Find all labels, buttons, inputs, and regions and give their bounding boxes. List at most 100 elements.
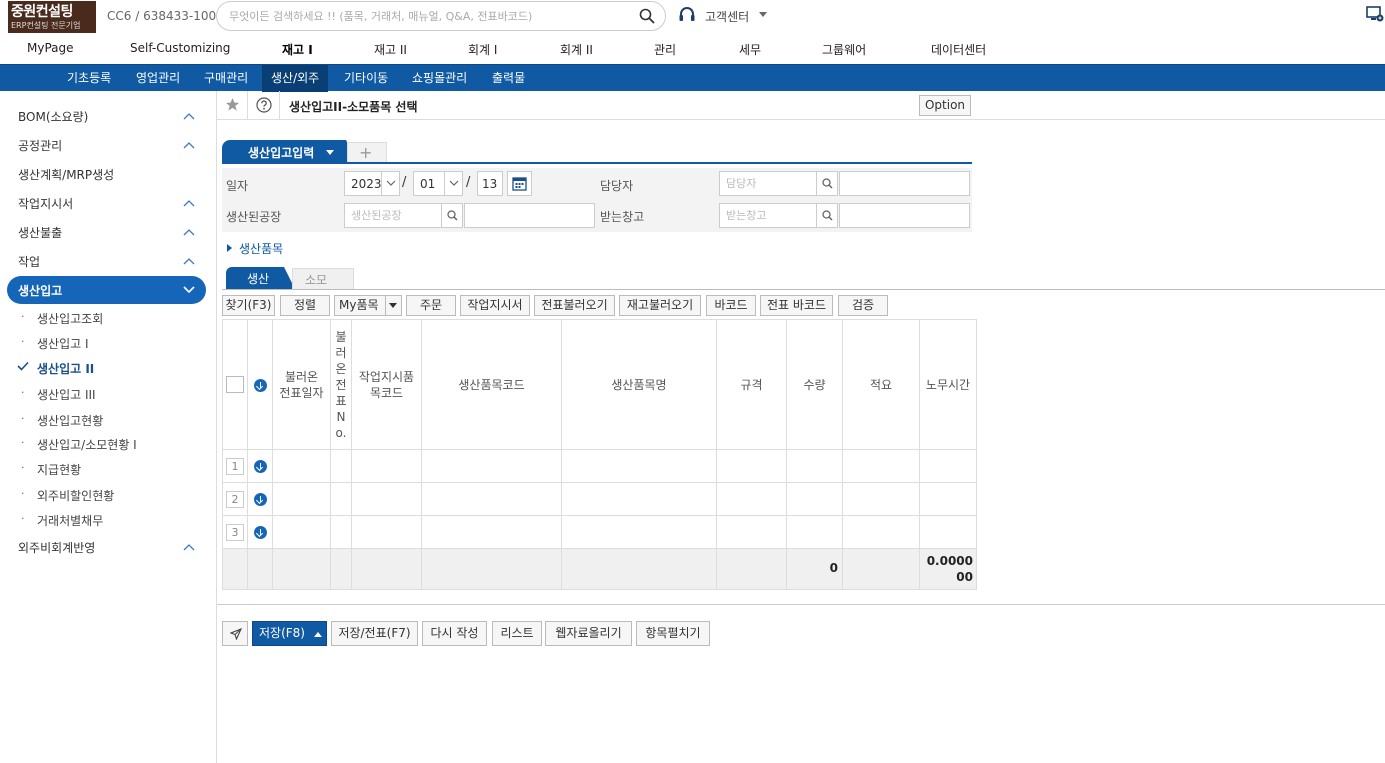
company-logo[interactable]: 중원컨설팅 ERP컨설팅 전문기업 bbox=[8, 1, 96, 33]
find-button[interactable]: 찾기(F3) bbox=[222, 295, 275, 316]
sidebar-item-work[interactable]: 작업 bbox=[0, 248, 216, 274]
month-select[interactable]: 01 bbox=[413, 171, 463, 196]
tab-consumption[interactable]: 소모 bbox=[292, 268, 354, 289]
grid-cell[interactable] bbox=[272, 515, 331, 549]
chevron-down-icon[interactable] bbox=[326, 150, 334, 155]
grid-cell[interactable] bbox=[561, 515, 717, 549]
row-action-cell[interactable] bbox=[247, 449, 273, 483]
grid-cell[interactable] bbox=[421, 482, 562, 516]
submenu-production[interactable]: 생산/외주 bbox=[262, 65, 329, 92]
warehouse-name-field[interactable] bbox=[839, 203, 970, 228]
grid-cell[interactable] bbox=[786, 515, 843, 549]
search-input[interactable] bbox=[229, 8, 629, 24]
sidebar-item-process[interactable]: 공정관리 bbox=[0, 132, 216, 158]
star-icon[interactable] bbox=[225, 97, 240, 112]
grid-cell[interactable] bbox=[561, 482, 717, 516]
sidebar-sub-receipt-2[interactable]: 생산입고 II bbox=[0, 355, 216, 379]
menu-data-center[interactable]: 데이터센터 bbox=[931, 41, 986, 58]
save-button[interactable]: 저장(F8) bbox=[252, 621, 327, 646]
submenu-shopping-mall[interactable]: 쇼핑몰관리 bbox=[403, 65, 476, 92]
warehouse-field[interactable] bbox=[719, 203, 817, 228]
sidebar-sub-payment-status[interactable]: · 지급현황 bbox=[0, 456, 216, 480]
select-all-cell[interactable] bbox=[222, 319, 248, 450]
monitor-icon[interactable] bbox=[1366, 5, 1384, 23]
submenu-other-transfer[interactable]: 기타이동 bbox=[335, 65, 397, 92]
save-slip-button[interactable]: 저장/전표(F7) bbox=[331, 621, 418, 646]
grid-cell[interactable] bbox=[421, 515, 562, 549]
grid-cell[interactable] bbox=[716, 449, 787, 483]
factory-search-button[interactable] bbox=[441, 203, 463, 228]
warehouse-input[interactable] bbox=[726, 208, 810, 223]
grid-cell[interactable] bbox=[842, 449, 920, 483]
menu-accounting-2[interactable]: 회계 II bbox=[560, 41, 593, 58]
grid-cell[interactable] bbox=[330, 482, 352, 516]
grid-cell[interactable] bbox=[351, 515, 422, 549]
menu-tax[interactable]: 세무 bbox=[739, 41, 761, 58]
col-quantity[interactable]: 수량 bbox=[786, 319, 843, 450]
menu-management[interactable]: 관리 bbox=[654, 41, 676, 58]
add-tab-button[interactable]: + bbox=[347, 142, 387, 163]
chevron-down-icon[interactable] bbox=[385, 296, 401, 315]
grid-cell[interactable] bbox=[272, 449, 331, 483]
factory-field[interactable] bbox=[344, 203, 442, 228]
menu-groupware[interactable]: 그룹웨어 bbox=[822, 41, 866, 58]
menu-inventory-1[interactable]: 재고 I bbox=[282, 41, 313, 58]
col-memo[interactable]: 적요 bbox=[842, 319, 920, 450]
menu-inventory-2[interactable]: 재고 II bbox=[374, 41, 407, 58]
sidebar-sub-receipt-3[interactable]: · 생산입고 III bbox=[0, 381, 216, 405]
barcode-button[interactable]: 바코드 bbox=[706, 295, 756, 316]
col-labor-hours[interactable]: 노무시간 bbox=[919, 319, 977, 450]
help-icon[interactable] bbox=[256, 97, 272, 113]
manager-input[interactable] bbox=[726, 176, 810, 191]
row-action-cell[interactable] bbox=[247, 515, 273, 549]
grid-cell[interactable] bbox=[272, 482, 331, 516]
validate-button[interactable]: 검증 bbox=[838, 295, 888, 316]
load-slip-button[interactable]: 전표불러오기 bbox=[534, 295, 615, 316]
factory-name-field[interactable] bbox=[464, 203, 595, 228]
sidebar-item-mrp[interactable]: 생산계획/MRP생성 bbox=[0, 161, 216, 187]
grid-cell[interactable] bbox=[330, 515, 352, 549]
menu-mypage[interactable]: MyPage bbox=[27, 41, 74, 55]
sidebar-item-work-order[interactable]: 작업지시서 bbox=[0, 190, 216, 216]
send-button[interactable] bbox=[222, 621, 248, 646]
grid-cell[interactable] bbox=[919, 482, 977, 516]
grid-cell[interactable] bbox=[786, 449, 843, 483]
submenu-sales[interactable]: 영업관리 bbox=[127, 65, 189, 92]
col-production-item-name[interactable]: 생산품목명 bbox=[561, 319, 717, 450]
grid-cell[interactable] bbox=[421, 449, 562, 483]
sidebar-sub-receipt-1[interactable]: · 생산입고 I bbox=[0, 330, 216, 354]
grid-cell[interactable] bbox=[330, 449, 352, 483]
submenu-purchase[interactable]: 구매관리 bbox=[195, 65, 257, 92]
sidebar-sub-receipt-status[interactable]: · 생산입고현황 bbox=[0, 407, 216, 431]
sidebar-item-bom[interactable]: BOM(소요량) bbox=[0, 103, 216, 129]
my-items-dropdown[interactable]: My품목 bbox=[334, 295, 402, 316]
grid-cell[interactable] bbox=[561, 449, 717, 483]
load-inventory-button[interactable]: 재고불러오기 bbox=[619, 295, 701, 316]
factory-input[interactable] bbox=[351, 208, 435, 223]
sidebar-sub-payables-by-vendor[interactable]: · 거래처별채무 bbox=[0, 507, 216, 531]
sidebar-sub-receipt-consumption[interactable]: · 생산입고/소모현황 I bbox=[0, 431, 216, 455]
work-order-button[interactable]: 작업지시서 bbox=[460, 295, 530, 316]
manager-search-button[interactable] bbox=[816, 171, 838, 196]
col-spec[interactable]: 규격 bbox=[716, 319, 787, 450]
col-loaded-slip-no[interactable]: 불러온전표No. bbox=[330, 319, 352, 450]
grid-cell[interactable] bbox=[919, 515, 977, 549]
circle-down-icon[interactable] bbox=[253, 378, 267, 392]
search-icon[interactable] bbox=[639, 8, 655, 24]
sidebar-sub-outsourcing-discount[interactable]: · 외주비할인현황 bbox=[0, 482, 216, 506]
grid-cell[interactable] bbox=[716, 515, 787, 549]
header-action-cell[interactable] bbox=[247, 319, 273, 450]
grid-cell[interactable] bbox=[786, 482, 843, 516]
col-production-item-code[interactable]: 생산품목코드 bbox=[421, 319, 562, 450]
grid-cell[interactable] bbox=[842, 515, 920, 549]
submenu-basic-registration[interactable]: 기초등록 bbox=[58, 65, 120, 92]
global-search[interactable] bbox=[216, 1, 666, 31]
grid-cell[interactable] bbox=[351, 482, 422, 516]
grid-cell[interactable] bbox=[351, 449, 422, 483]
chevron-up-icon[interactable] bbox=[314, 632, 322, 637]
col-loaded-slip-date[interactable]: 불러온 전표일자 bbox=[272, 319, 331, 450]
sidebar-item-production-receipt[interactable]: 생산입고 bbox=[7, 276, 206, 304]
option-button[interactable]: Option bbox=[919, 95, 971, 116]
calendar-button[interactable] bbox=[507, 171, 532, 196]
select-all-checkbox[interactable] bbox=[226, 376, 244, 393]
